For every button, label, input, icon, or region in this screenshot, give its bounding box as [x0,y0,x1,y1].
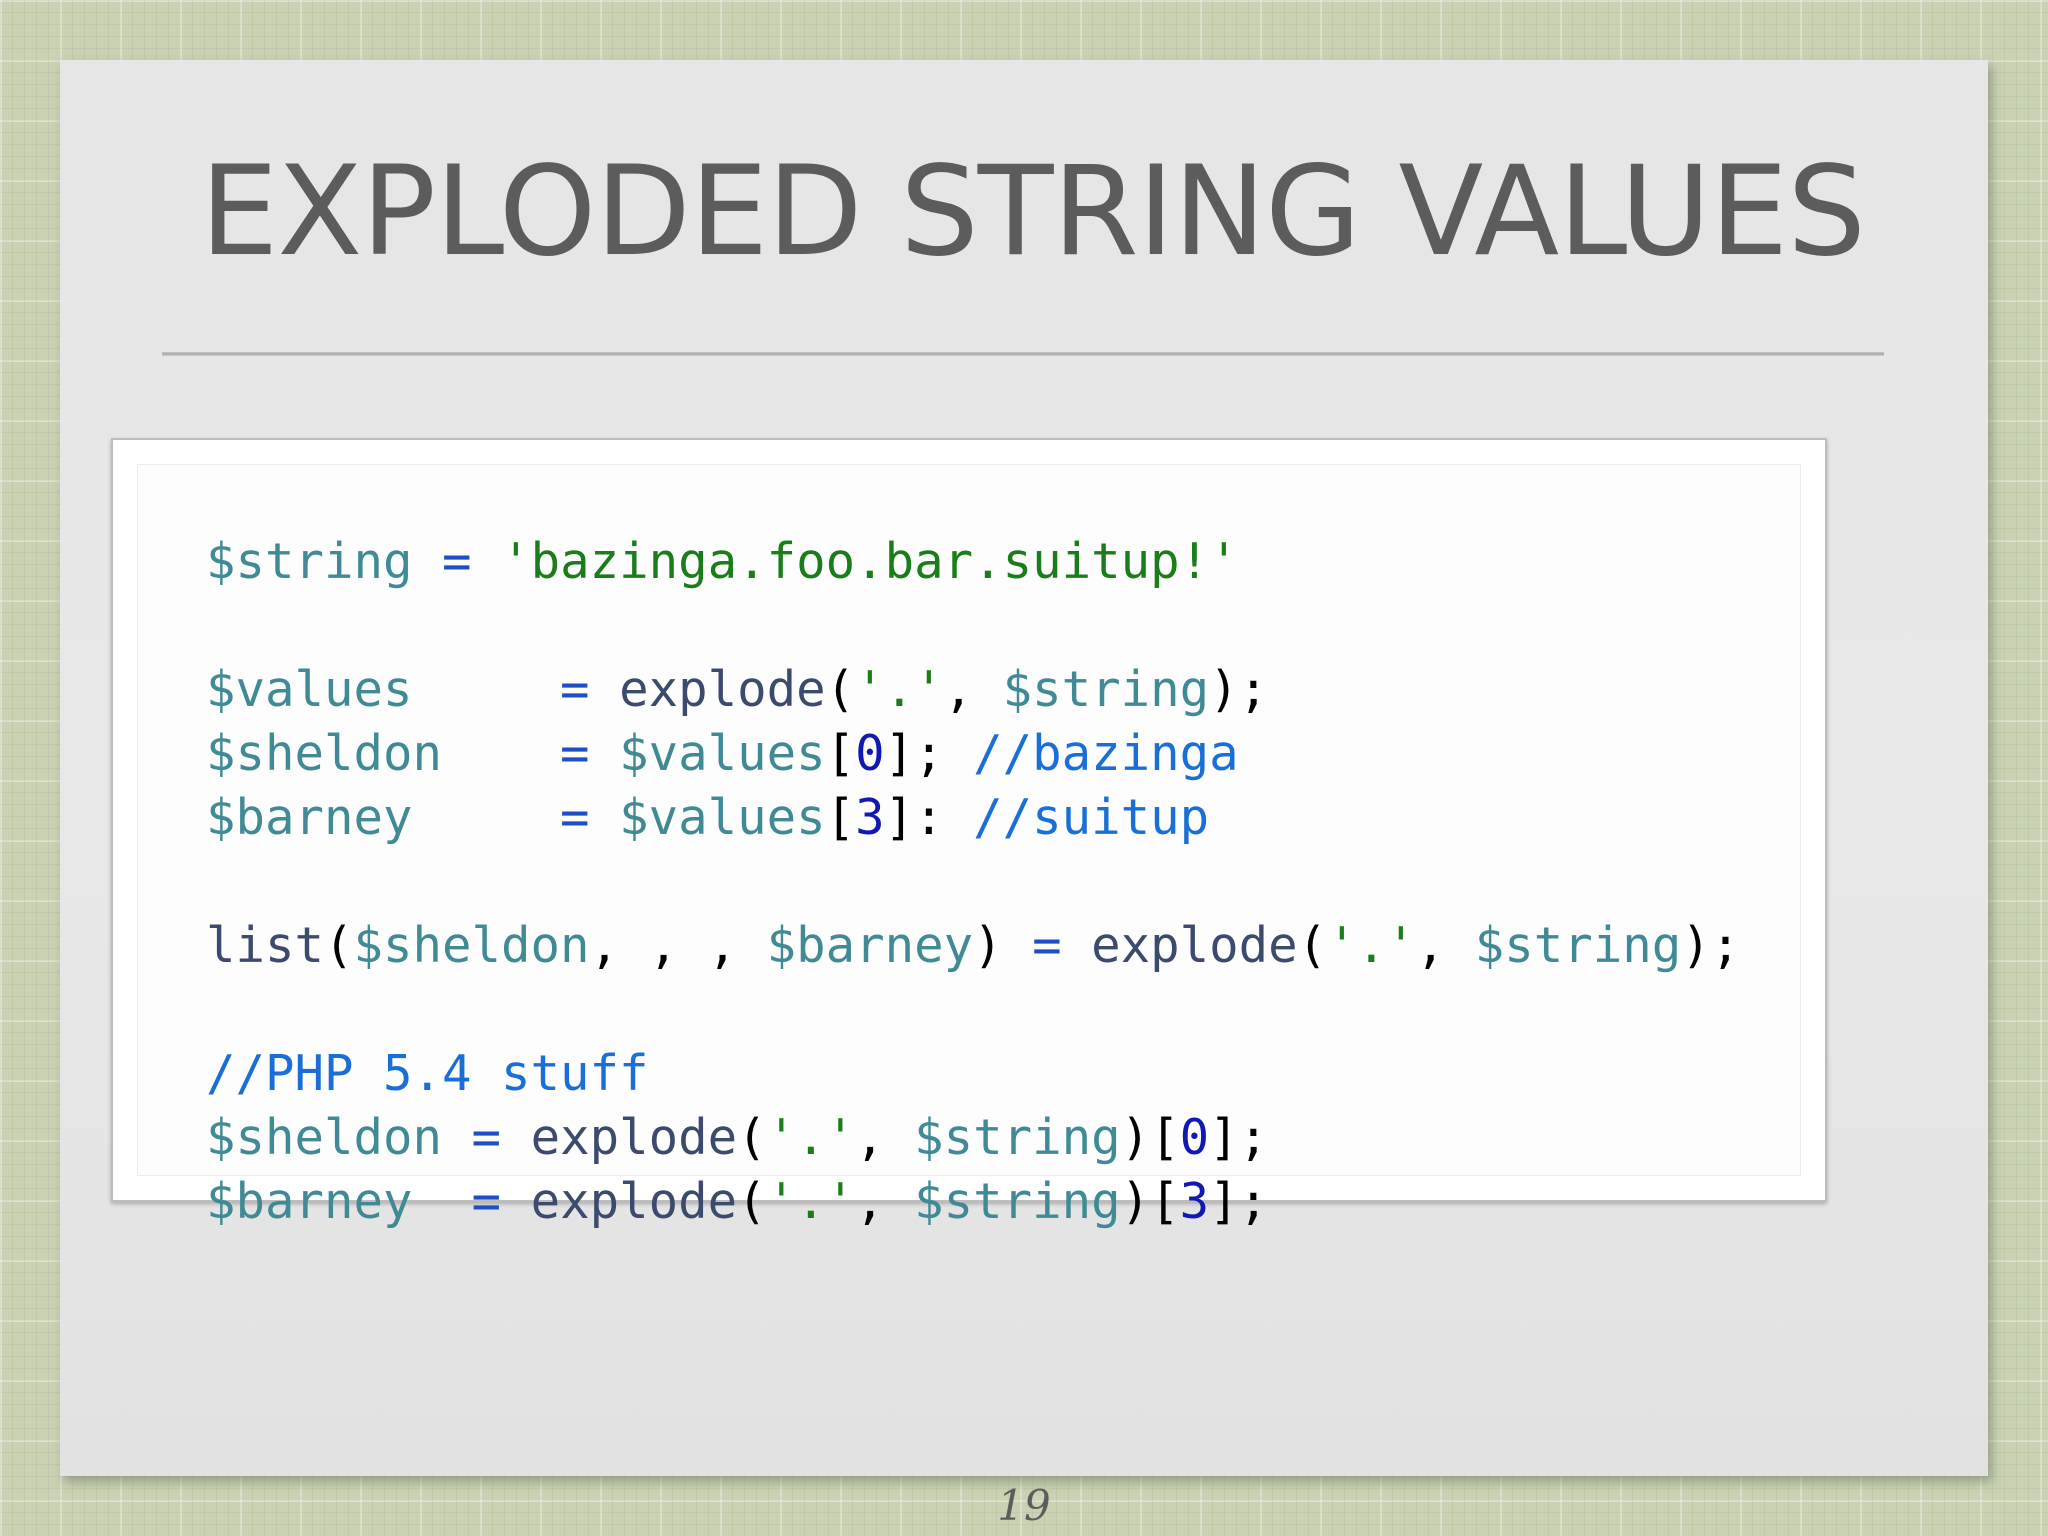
code-token: ( [737,1173,767,1230]
code-token: $string [1002,661,1210,718]
code-token: '.' [1327,917,1416,974]
code-token: ( [1297,917,1328,974]
title-divider [162,352,1884,356]
code-token: 3 [855,789,885,846]
slide-title: EXPLODED STRING VALUES [200,140,1866,284]
code-token: = [442,533,472,590]
code-token: explode [530,1173,738,1230]
code-line: $sheldon = explode('.', $string)[0]; [206,1106,1740,1170]
code-token: 3 [1179,1173,1210,1230]
code-token: , , , [589,917,767,974]
code-token: , [855,1173,915,1230]
code-token: 0 [1179,1109,1210,1166]
code-token: , [855,1109,915,1166]
code-token: //suitup [973,789,1210,846]
page-number: 19 [997,1481,1051,1530]
code-token: $string [914,1109,1121,1166]
code-token: 0 [855,725,885,782]
code-token: ) [973,917,1033,974]
code-token: = [471,1173,502,1230]
code-token: explode [1091,917,1298,974]
code-line: $barney = $values[3]: //suitup [206,786,1740,850]
code-token: , [943,661,1003,718]
code-token: '.' [766,1173,856,1230]
code-line: $barney = explode('.', $string)[3]; [206,1170,1740,1234]
code-line: $values = explode('.', $string); [206,658,1740,722]
code-token: = [1032,917,1062,974]
code-token: ]: [884,789,974,846]
code-token: //PHP 5.4 stuff [206,1045,649,1102]
code-token: $barney [206,789,413,846]
code-token: )[ [1120,1109,1180,1166]
code-line: list($sheldon, , , $barney) = explode('.… [206,914,1740,978]
code-token: $sheldon [206,1109,443,1166]
code-token: $sheldon [206,725,443,782]
code-token: [ [825,725,856,782]
code-token: ); [1681,917,1741,974]
code-token: explode [619,661,826,718]
code-token: ]; [1209,1173,1269,1230]
code-token: $sheldon [353,917,590,974]
code-token: $string [206,533,413,590]
code-token: 'bazinga.foo.bar.suitup!' [501,533,1239,590]
code-line: $sheldon = $values[0]; //bazinga [206,722,1740,786]
code-token: ( [324,917,354,974]
code-token: $string [1474,917,1682,974]
code-token: $barney [206,1173,413,1230]
code-token: ( [737,1109,767,1166]
code-token: )[ [1120,1173,1180,1230]
code-token: $values [619,789,826,846]
code-token: = [560,661,590,718]
code-token: = [560,789,590,846]
code-token: $string [914,1173,1121,1230]
code-token: ]; [1209,1109,1269,1166]
code-token: ); [1209,661,1269,718]
code-token: '.' [855,661,944,718]
code-token: ( [825,661,856,718]
code-token: $barney [766,917,974,974]
code-token: = [560,725,590,782]
code-token: ]; [884,725,974,782]
code-token: $values [619,725,826,782]
code-token: = [471,1109,502,1166]
code-token: '.' [766,1109,856,1166]
code-token: [ [825,789,856,846]
code-token: list [206,917,325,974]
code-line: //PHP 5.4 stuff [206,1042,1740,1106]
code-token: //bazinga [973,725,1239,782]
code-token: explode [530,1109,738,1166]
code-line: $string = 'bazinga.foo.bar.suitup!' [206,530,1740,594]
code-token: , [1415,917,1475,974]
code-token: $values [206,661,413,718]
code-block: $string = 'bazinga.foo.bar.suitup!' $valu… [206,530,1740,1234]
